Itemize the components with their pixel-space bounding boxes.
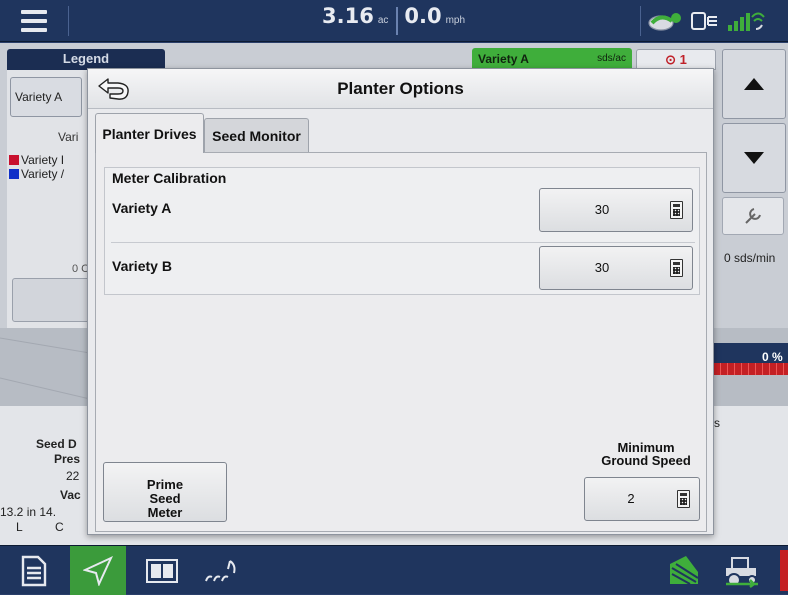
row-label: Variety B xyxy=(112,258,172,274)
wrench-icon xyxy=(745,208,761,224)
value-text: 2 xyxy=(627,491,635,506)
tab-seed-monitor[interactable]: Seed Monitor xyxy=(204,118,309,152)
dialog-header: Planter Options xyxy=(88,69,713,109)
stat-label: Seed D xyxy=(36,437,77,451)
tab-content: Meter Calibration Variety A 30 Variety B… xyxy=(95,152,707,532)
legend-label: Variety / xyxy=(21,167,65,181)
area-unit: ac xyxy=(377,15,389,26)
divider xyxy=(396,7,399,35)
stat-label: L xyxy=(16,520,23,534)
plant-rows-button[interactable] xyxy=(194,546,250,595)
tractor-button[interactable] xyxy=(716,546,772,595)
variety-select-button[interactable]: Variety A xyxy=(10,77,82,117)
document-button[interactable] xyxy=(6,546,62,595)
dialog-title: Planter Options xyxy=(337,79,464,98)
divider xyxy=(68,6,69,36)
value-text: 30 xyxy=(594,202,610,217)
document-icon xyxy=(21,555,47,586)
right-controls xyxy=(720,49,788,269)
settings-button[interactable] xyxy=(12,278,92,322)
legend-swatch xyxy=(9,155,19,165)
tractor-icon xyxy=(726,556,758,588)
back-button[interactable] xyxy=(92,74,136,104)
button-line: Prime xyxy=(146,477,184,492)
navigation-arrow-icon xyxy=(83,555,113,586)
banner-variety: Variety A xyxy=(478,51,529,66)
button-line: Seed xyxy=(149,491,181,506)
row-label: Variety A xyxy=(112,200,172,216)
scroll-down-button[interactable] xyxy=(722,123,786,193)
up-arrow-icon xyxy=(744,78,764,90)
edge-indicator xyxy=(780,550,788,591)
stat-label: Vac xyxy=(60,488,81,502)
display-link-icon[interactable] xyxy=(690,9,720,33)
label-line: Ground Speed xyxy=(601,453,691,468)
alarm-icon: ⊙ xyxy=(665,52,677,67)
speed-value: 0.0 xyxy=(404,4,442,28)
calculator-icon xyxy=(670,201,683,219)
percent-bar xyxy=(714,363,788,375)
button-line: Meter xyxy=(147,505,183,520)
legend-swatch xyxy=(9,169,19,179)
stat-value: 22 xyxy=(66,469,80,483)
scroll-up-button[interactable] xyxy=(722,49,786,119)
percent-label: 0 % xyxy=(762,350,783,364)
alarm-count: 1 xyxy=(679,52,687,67)
bottom-toolbar xyxy=(0,545,788,595)
stat-label: Pres xyxy=(54,452,81,466)
status-icons xyxy=(648,6,784,36)
wireless-signal-icon[interactable] xyxy=(726,7,766,35)
meter-calibration-group: Meter Calibration Variety A 30 Variety B… xyxy=(104,167,700,295)
plant-rows-icon xyxy=(205,559,236,581)
area-speed-readout: 3.16 ac 0.0 mph xyxy=(322,4,465,38)
planter-options-dialog: Planter Options Planter Drives Seed Moni… xyxy=(87,68,714,535)
field-operations-icon xyxy=(670,555,699,585)
menu-icon xyxy=(21,10,47,14)
calibration-row-variety-b: Variety B 30 xyxy=(105,237,699,295)
calculator-icon xyxy=(670,259,683,277)
minimum-ground-speed-button[interactable]: 2 xyxy=(584,477,700,521)
variety-banner[interactable]: Variety A sds/ac xyxy=(472,48,632,69)
prime-seed-meter-button[interactable]: Prime Seed Meter xyxy=(103,462,227,522)
legend-label: Variety I xyxy=(21,153,65,167)
banner-unit: sds/ac xyxy=(597,53,626,64)
back-arrow-icon xyxy=(98,78,129,100)
calibration-row-variety-a: Variety A 30 xyxy=(105,179,699,243)
speed-unit: mph xyxy=(445,15,466,26)
legend-tab[interactable]: Legend xyxy=(7,49,165,70)
navigation-button[interactable] xyxy=(70,546,126,595)
area-value: 3.16 xyxy=(322,4,374,28)
split-view-button[interactable] xyxy=(134,546,190,595)
stat-label: s xyxy=(714,416,720,430)
split-view-icon xyxy=(146,558,178,583)
settings-button[interactable] xyxy=(722,197,784,235)
divider xyxy=(640,6,641,36)
seed-rate: 0 sds/min xyxy=(724,251,776,265)
stat-label: C xyxy=(55,520,64,534)
value-text: 30 xyxy=(594,260,610,275)
minimum-ground-speed-label: Minimum Ground Speed xyxy=(581,441,711,467)
alarm-indicator[interactable]: ⊙ 1 xyxy=(636,49,716,70)
field-operations-button[interactable] xyxy=(656,546,712,595)
tab-planter-drives[interactable]: Planter Drives xyxy=(95,113,204,153)
down-arrow-icon xyxy=(744,152,764,164)
variety-a-value-button[interactable]: 30 xyxy=(539,188,693,232)
legend-row: Variety I xyxy=(9,153,64,167)
gps-rtk-icon[interactable] xyxy=(648,9,684,33)
legend-row: Variety / xyxy=(9,167,64,181)
legend-heading: Vari xyxy=(58,130,79,144)
top-status-bar: 3.16 ac 0.0 mph xyxy=(0,0,788,42)
stat-value: 13.2 in 14. xyxy=(0,505,57,519)
menu-button[interactable] xyxy=(6,4,62,38)
calculator-icon xyxy=(677,490,690,508)
variety-b-value-button[interactable]: 30 xyxy=(539,246,693,290)
